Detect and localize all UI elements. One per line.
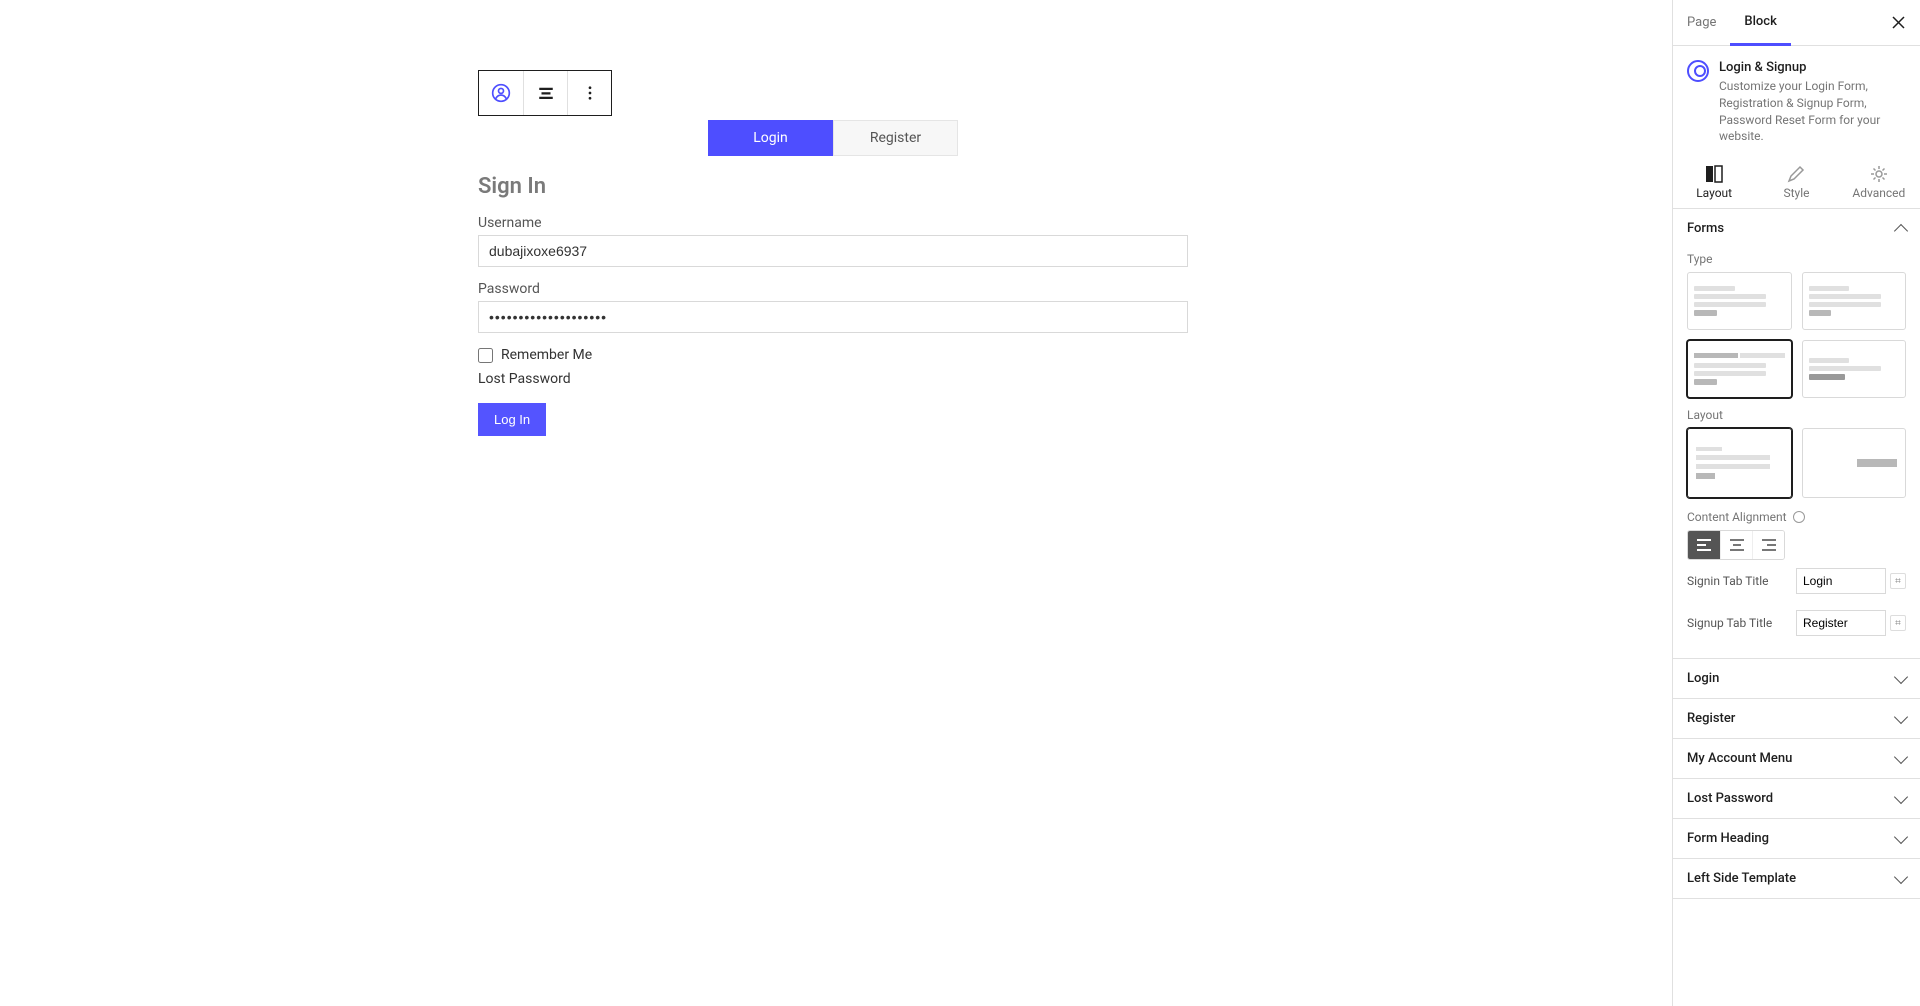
align-center-button[interactable] [1720,531,1752,559]
layout-label: Layout [1687,408,1906,422]
signup-tab-title-label: Signup Tab Title [1687,616,1772,630]
username-label: Username [478,215,1188,231]
chevron-down-icon [1894,670,1908,684]
remember-label: Remember Me [501,347,592,363]
login-signup-icon [1687,60,1709,82]
chevron-down-icon [1894,750,1908,764]
layout-thumb-split[interactable] [1802,428,1907,498]
pencil-icon [1787,165,1805,183]
sidebar-tab-block[interactable]: Block [1730,0,1790,46]
close-sidebar-button[interactable] [1886,11,1910,35]
layout-thumb-full[interactable] [1687,428,1792,498]
tab-login[interactable]: Login [708,120,833,156]
settings-sidebar: Page Block Login & Signup Customize your… [1672,0,1920,1006]
subtab-advanced[interactable]: Advanced [1838,155,1920,208]
panel-lost-password-head[interactable]: Lost Password [1673,779,1920,818]
block-icon-button[interactable] [479,71,523,115]
panel-left-side-template-head[interactable]: Left Side Template [1673,859,1920,898]
align-right-icon [1762,539,1776,551]
password-input[interactable] [478,301,1188,333]
block-toolbar [478,70,612,116]
panel-forms-head[interactable]: Forms [1673,209,1920,248]
align-center-icon [1730,539,1744,551]
block-header: Login & Signup Customize your Login Form… [1673,46,1920,155]
block-title: Login & Signup [1719,60,1906,75]
subtab-layout-label: Layout [1696,186,1732,200]
panel-register: Register [1673,699,1920,739]
sidebar-tabs: Page Block [1673,0,1920,46]
type-thumb-register[interactable] [1802,272,1907,330]
dynamic-tag-icon[interactable]: ⌗ [1890,615,1906,631]
align-center-icon [537,84,555,102]
panel-form-heading: Form Heading [1673,819,1920,859]
reset-icon[interactable] [1793,511,1805,523]
subtab-advanced-label: Advanced [1852,186,1905,200]
panel-register-head[interactable]: Register [1673,699,1920,738]
login-form-block: Login Register Sign In Username Password… [478,120,1188,436]
alignment-label: Content Alignment [1687,510,1787,524]
layout-icon [1705,165,1723,183]
chevron-down-icon [1894,870,1908,884]
settings-subtabs: Layout Style Advanced [1673,155,1920,209]
panel-forms: Forms Type Layo [1673,209,1920,659]
alignment-buttons [1687,530,1785,560]
login-submit-button[interactable]: Log In [478,403,546,436]
password-label: Password [478,281,1188,297]
panel-account-menu-head[interactable]: My Account Menu [1673,739,1920,778]
panel-account-menu-title: My Account Menu [1687,751,1792,766]
chevron-down-icon [1894,830,1908,844]
panel-register-title: Register [1687,711,1735,726]
remember-checkbox[interactable] [478,348,493,363]
dynamic-tag-icon[interactable]: ⌗ [1890,573,1906,589]
type-thumb-lostpass[interactable] [1802,340,1907,398]
sidebar-tab-page[interactable]: Page [1673,0,1730,46]
block-description: Customize your Login Form, Registration … [1719,78,1906,145]
subtab-style[interactable]: Style [1755,155,1837,208]
panel-forms-title: Forms [1687,221,1724,236]
panel-lost-password-title: Lost Password [1687,791,1773,806]
signin-tab-title-label: Signin Tab Title [1687,574,1769,588]
panel-form-heading-head[interactable]: Form Heading [1673,819,1920,858]
panel-left-side-template-title: Left Side Template [1687,871,1796,886]
panel-lost-password: Lost Password [1673,779,1920,819]
form-title: Sign In [478,174,1188,199]
panel-login-head[interactable]: Login [1673,659,1920,698]
lost-password-link[interactable]: Lost Password [478,371,571,387]
user-circle-icon [491,83,511,103]
chevron-down-icon [1894,790,1908,804]
username-input[interactable] [478,235,1188,267]
chevron-down-icon [1894,710,1908,724]
close-icon [1892,16,1905,29]
type-thumb-tabs[interactable] [1687,340,1792,398]
panel-login: Login [1673,659,1920,699]
panel-account-menu: My Account Menu [1673,739,1920,779]
type-thumb-login[interactable] [1687,272,1792,330]
form-tabs: Login Register [708,120,958,156]
panel-form-heading-title: Form Heading [1687,831,1769,846]
signup-tab-title-input[interactable] [1796,610,1886,636]
type-label: Type [1687,252,1906,266]
chevron-up-icon [1894,224,1908,238]
subtab-layout[interactable]: Layout [1673,155,1755,208]
signin-tab-title-input[interactable] [1796,568,1886,594]
subtab-style-label: Style [1783,186,1809,200]
tab-register[interactable]: Register [833,120,958,156]
align-right-button[interactable] [1752,531,1784,559]
more-options-button[interactable] [567,71,611,115]
align-left-icon [1697,539,1711,551]
panel-login-title: Login [1687,671,1719,686]
align-button[interactable] [523,71,567,115]
kebab-icon [581,84,599,102]
gear-icon [1870,165,1888,183]
align-left-button[interactable] [1688,531,1720,559]
panel-left-side-template: Left Side Template [1673,859,1920,899]
